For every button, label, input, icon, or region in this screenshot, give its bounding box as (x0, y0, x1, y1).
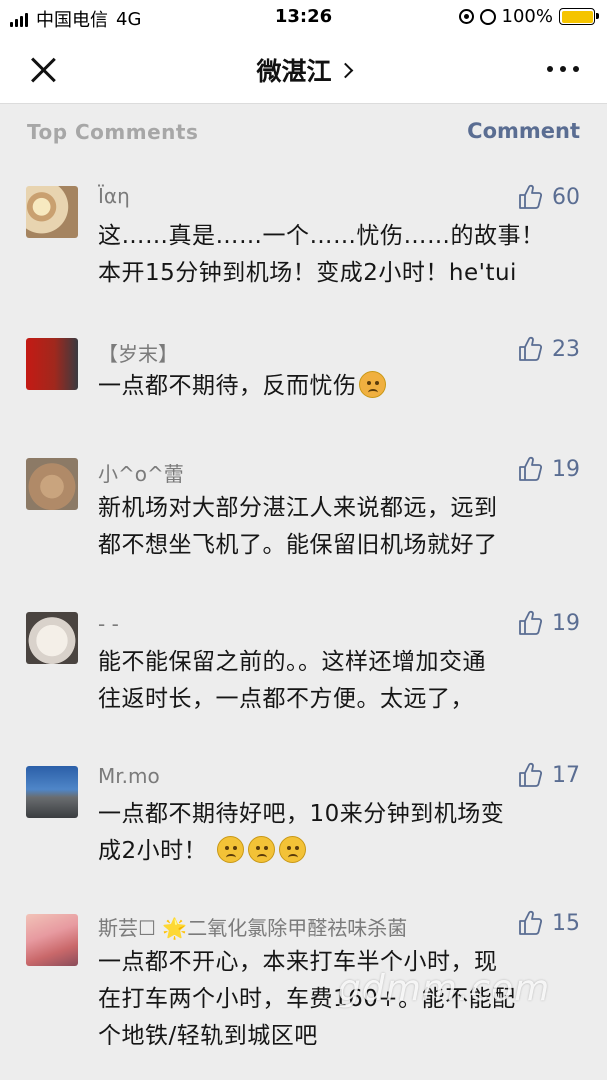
sad-emoji-icon (278, 836, 306, 863)
comment-line: 一点都不期待好吧，10来分钟到机场变 (98, 801, 505, 827)
thumbs-up-icon (518, 910, 542, 936)
avatar[interactable] (26, 612, 78, 664)
thumbs-up-icon (518, 336, 542, 362)
like-count: 15 (552, 910, 580, 936)
status-bar: 中国电信 4G 13:26 100% (0, 0, 607, 34)
avatar[interactable] (26, 766, 78, 818)
comment-line: 都不想坐飞机了。能保留旧机场就好了 (98, 532, 498, 558)
orientation-lock-icon (458, 9, 474, 24)
comment-line: 一点都不期待，反而忧伤 (98, 368, 578, 405)
battery-percent: 100% (501, 6, 553, 27)
like-button[interactable]: 17 (518, 762, 580, 788)
commenter-name[interactable]: 【岁末】 (98, 338, 178, 367)
comment-line: 能不能保留之前的。。这样还增加交通 (98, 649, 486, 675)
comment-text: 一点都不期待好吧，10来分钟到机场变 成2小时！ (98, 796, 578, 870)
nav-title-container[interactable]: 微湛江 (0, 52, 607, 88)
comment-button[interactable]: Comment (467, 119, 580, 143)
like-button[interactable]: 60 (518, 184, 580, 210)
thumbs-up-icon (518, 456, 542, 482)
chevron-right-icon (337, 62, 353, 78)
comment-line: 个地铁/轻轨到城区吧 (98, 1023, 318, 1049)
commenter-name[interactable]: 小^o^蕾 (98, 458, 184, 487)
avatar[interactable] (26, 186, 78, 238)
section-header: Top Comments Comment (0, 104, 607, 158)
watermark: gdmm.com (338, 968, 551, 1009)
avatar[interactable] (26, 458, 78, 510)
comment-item: 【岁末】 23 一点都不期待，反而忧伤 (0, 310, 607, 430)
more-icon[interactable] (547, 66, 579, 72)
nav-title: 微湛江 (256, 57, 332, 86)
top-comments-title: Top Comments (27, 120, 199, 144)
like-count: 23 (552, 336, 580, 362)
commenter-name[interactable]: - - (98, 612, 119, 636)
comment-line: 这……真是……一个……忧伤……的故事！ (98, 223, 545, 249)
battery-icon (559, 8, 599, 25)
like-button[interactable]: 19 (518, 610, 580, 636)
commenter-name[interactable]: Ïαη (98, 184, 130, 208)
comment-text: 这……真是……一个……忧伤……的故事！ 本开15分钟到机场！变成2小时！he't… (98, 218, 578, 292)
avatar[interactable] (26, 338, 78, 390)
avatar[interactable] (26, 914, 78, 966)
like-count: 60 (552, 184, 580, 210)
like-count: 19 (552, 456, 580, 482)
thumbs-up-icon (518, 184, 542, 210)
comment-text: 新机场对大部分湛江人来说都远，远到 都不想坐飞机了。能保留旧机场就好了 (98, 490, 578, 564)
sad-emoji-icon (247, 836, 275, 863)
comment-text: 能不能保留之前的。。这样还增加交通 往返时长，一点都不方便。太远了， (98, 644, 578, 718)
comment-line: 成2小时！ (98, 833, 578, 870)
like-button[interactable]: 15 (518, 910, 580, 936)
comment-line-text: 成2小时！ (98, 838, 208, 864)
comment-line: 本开15分钟到机场！变成2小时！he'tui (98, 260, 517, 286)
like-button[interactable]: 19 (518, 456, 580, 482)
nav-bar: 微湛江 (0, 34, 607, 104)
thumbs-up-icon (518, 762, 542, 788)
like-count: 17 (552, 762, 580, 788)
comment-item: 小^o^蕾 19 新机场对大部分湛江人来说都远，远到 都不想坐飞机了。能保留旧机… (0, 430, 607, 584)
sad-emoji-icon (216, 836, 244, 863)
comment-item: Mr.mo 17 一点都不期待好吧，10来分钟到机场变 成2小时！ (0, 738, 607, 886)
comment-line-text: 一点都不期待，反而忧伤 (98, 373, 357, 399)
comment-line: 往返时长，一点都不方便。太远了， (98, 686, 474, 712)
alarm-icon (479, 8, 496, 25)
commenter-name[interactable]: Mr.mo (98, 764, 160, 788)
like-button[interactable]: 23 (518, 336, 580, 362)
comment-item: Ïαη 60 这……真是……一个……忧伤……的故事！ 本开15分钟到机场！变成2… (0, 158, 607, 310)
comment-list: Ïαη 60 这……真是……一个……忧伤……的故事！ 本开15分钟到机场！变成2… (0, 158, 607, 1076)
comment-item: - - 19 能不能保留之前的。。这样还增加交通 往返时长，一点都不方便。太远了… (0, 584, 607, 738)
thumbs-up-icon (518, 610, 542, 636)
like-count: 19 (552, 610, 580, 636)
commenter-name[interactable]: 斯芸☐ 🌟二氧化氯除甲醛祛味杀菌 (98, 912, 407, 941)
hug-emoji-icon (358, 371, 386, 398)
status-right: 100% (458, 6, 599, 27)
comment-line: 新机场对大部分湛江人来说都远，远到 (98, 495, 498, 521)
comment-text: 一点都不期待，反而忧伤 (98, 368, 578, 405)
